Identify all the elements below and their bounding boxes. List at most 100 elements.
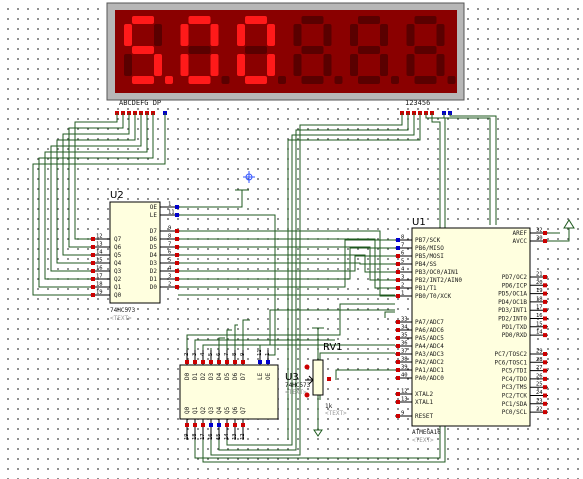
pin-name: PD7/OC2	[502, 274, 528, 281]
pin-number: 2	[401, 283, 404, 289]
segment-g	[132, 46, 154, 54]
pin-state-marker	[396, 238, 400, 242]
pin-name: PD5/OC1A	[498, 291, 527, 298]
u1-ref: U1	[412, 217, 426, 228]
pin-name: Q0	[184, 406, 191, 414]
pin-state-marker	[396, 278, 400, 282]
segment-a	[301, 16, 324, 24]
pin-name: D0	[184, 372, 191, 380]
pin-name: AREF	[513, 230, 528, 237]
pin-number: 9	[168, 226, 171, 232]
pin-name: D3	[150, 260, 158, 267]
pin-name: D5	[150, 244, 158, 251]
u3-chip[interactable]: U3 74HC573 <TEXT> 2D03D14D25D36D47D58D69…	[179, 349, 311, 440]
pin-state-marker	[209, 423, 213, 427]
pin-name: PA2/ADC2	[415, 359, 444, 366]
pin-name: D5	[224, 372, 231, 380]
segment-a	[188, 16, 211, 24]
pin-number: 19	[96, 290, 103, 296]
pin-state-marker	[91, 285, 95, 289]
u1-text-placeholder: <TEXT>	[412, 437, 434, 444]
pin-state-marker	[396, 270, 400, 274]
segment-a	[245, 16, 267, 24]
pin-name: LE	[150, 212, 158, 219]
pin-name: PC0/SCL	[502, 409, 528, 416]
seven-segment-display[interactable]: ABCDEFG DP 123456	[106, 2, 465, 115]
pin-state-marker	[233, 360, 237, 364]
pin-name: PB7/SCK	[415, 237, 441, 244]
pin-state-marker	[175, 229, 179, 233]
pin-number: 18	[192, 433, 198, 440]
pin-number: 20	[536, 280, 543, 286]
pin-number: 32	[536, 228, 543, 234]
segment-g	[414, 46, 437, 54]
pin-name: Q0	[114, 292, 122, 299]
pin-name: Q5	[114, 252, 122, 259]
pin-state-marker	[91, 245, 95, 249]
segment-f	[350, 24, 358, 46]
pin-number: 27	[536, 365, 543, 371]
schematic: ABCDEFG DP 123456 U2 74HC573 <TEXT> 12 Q…	[32, 2, 575, 463]
segment-a	[132, 16, 154, 24]
pin-number: 8	[168, 234, 171, 240]
pin-name: Q6	[114, 244, 122, 251]
pin-name: AVCC	[513, 238, 528, 245]
pin-number: 25	[536, 382, 543, 388]
pin-state-marker	[258, 360, 262, 364]
segment-d	[188, 76, 211, 84]
pin-name: OE	[265, 372, 272, 380]
power-arrow-icon	[563, 219, 575, 229]
pin-number: 37	[401, 349, 408, 355]
pin-name: D6	[150, 236, 158, 243]
segment-g	[358, 46, 380, 54]
pin-name: Q7	[114, 236, 122, 243]
pin-state-marker	[396, 352, 400, 356]
schematic-canvas[interactable]: ABCDEFG DP 123456 U2 74HC573 <TEXT> 12 Q…	[0, 0, 583, 479]
pin-number: 35	[401, 333, 408, 339]
segment-f	[406, 24, 415, 46]
pin-state-marker	[543, 368, 547, 373]
segment-d	[245, 76, 267, 84]
pin-number: 18	[96, 282, 103, 288]
pin-number: 3	[168, 274, 171, 280]
pin-name: D1	[192, 372, 199, 380]
pin-state-marker	[175, 253, 179, 257]
pin-state-marker	[543, 333, 547, 338]
segment-e	[293, 54, 302, 76]
u1-chip[interactable]: U1 ATMEGA16 <TEXT> 1 PB0/T0/XCK 2 PB1/T1 3 PB…	[395, 217, 548, 444]
rv1-potentiometer[interactable]: RV1 1k <TEXT>	[304, 342, 348, 437]
pin-name: PA3/ADC3	[415, 351, 444, 358]
wire-pa1	[335, 369, 395, 380]
pin-number: 14	[224, 433, 230, 440]
pin-state-marker	[396, 376, 400, 380]
pin-name: PD0/RXD	[502, 332, 528, 339]
pin-number: 34	[401, 325, 408, 331]
pin-name: D0	[150, 284, 158, 291]
u1-part: ATMEGA16	[412, 429, 441, 436]
pin-number: 16	[208, 433, 214, 440]
probe-marker	[243, 171, 255, 183]
pin-state-marker	[396, 392, 400, 396]
pin-state-marker	[543, 393, 547, 398]
pin-state-marker	[543, 360, 547, 365]
wire-digit-7	[443, 113, 491, 225]
segment-g	[188, 46, 211, 54]
pin-state-marker	[225, 423, 229, 427]
pin-state-marker	[543, 324, 547, 329]
pin-number: 40	[401, 373, 408, 379]
pin-number: 3	[401, 275, 404, 281]
pin-state-marker	[543, 316, 547, 321]
pin-number: 17	[200, 433, 206, 440]
pin-name: Q2	[200, 406, 207, 414]
pin-state-marker	[396, 344, 400, 348]
segment-b	[436, 24, 445, 46]
digit-pins-label: 123456	[405, 99, 430, 107]
pin-number: 6	[401, 251, 404, 257]
rv1-text-placeholder: <TEXT>	[325, 410, 347, 417]
pin-name: PC2/TCK	[502, 393, 528, 400]
pin-number: 3	[192, 353, 198, 356]
pin-number: 7	[168, 242, 171, 248]
pin-state-marker	[396, 414, 400, 418]
u2-chip[interactable]: U2 74HC573 <TEXT> 12 Q713 Q614 Q515 Q416 Q317…	[90, 190, 180, 322]
pin-name: PB1/T1	[415, 285, 437, 292]
